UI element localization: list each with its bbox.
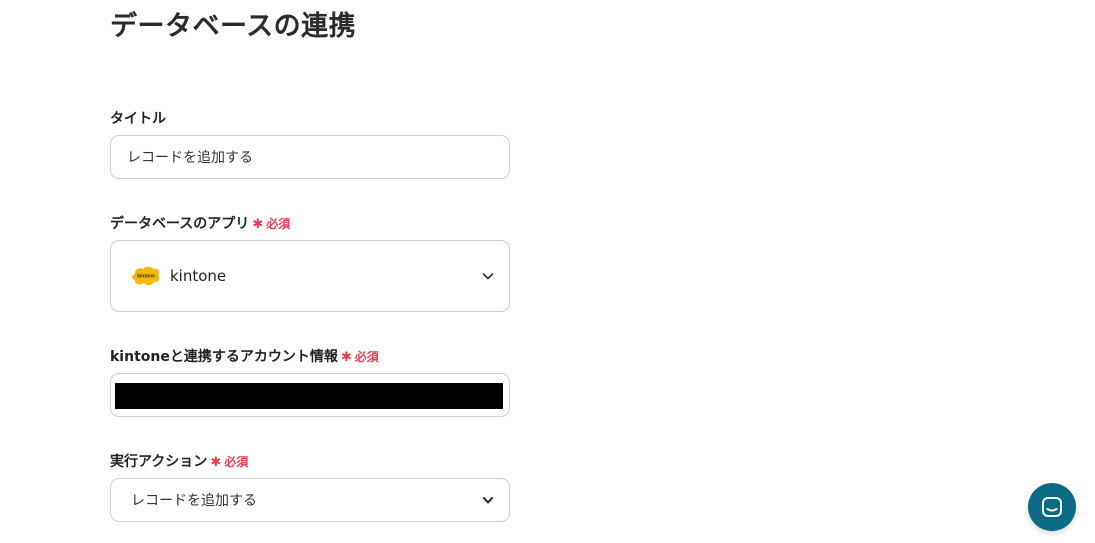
required-badge: ✱ 必須 [340, 350, 379, 365]
title-field-label: タイトル [110, 108, 166, 128]
database-app-label-text: データベースのアプリ [110, 216, 250, 232]
required-badge: ✱ 必須 [210, 455, 249, 470]
chevron-down-icon [483, 497, 493, 504]
chat-icon [1042, 497, 1062, 517]
kintone-logo-text: kintone [137, 274, 155, 280]
account-label: kintoneと連携するアカウント情報 ✱ 必須 [110, 346, 379, 366]
action-select[interactable]: レコードを追加する [110, 478, 510, 522]
chevron-down-icon[interactable] [481, 269, 495, 283]
page: データベースの連携 タイトル レコードを追加する データベースのアプリ ✱ 必須 k… [0, 0, 1095, 543]
database-app-label: データベースのアプリ ✱ 必須 [110, 213, 290, 233]
account-label-text: kintoneと連携するアカウント情報 [110, 349, 338, 365]
asterisk-icon: ✱ [252, 217, 264, 232]
database-app-select[interactable]: kintone kintone [110, 240, 510, 312]
asterisk-icon: ✱ [340, 350, 352, 365]
required-text: 必須 [354, 350, 379, 364]
page-title: データベースの連携 [110, 11, 357, 42]
action-label-text: 実行アクション [110, 454, 208, 470]
account-select[interactable] [110, 373, 510, 417]
kintone-logo-icon: kintone [132, 266, 160, 286]
required-badge: ✱ 必須 [252, 217, 291, 232]
kintone-logo: kintone [131, 265, 161, 287]
title-label-text: タイトル [110, 111, 166, 127]
chat-widget-button[interactable] [1028, 483, 1076, 531]
asterisk-icon: ✱ [210, 455, 222, 470]
required-text: 必須 [224, 455, 249, 469]
title-input-value: レコードを追加する [127, 150, 253, 166]
selected-app-name: kintone [170, 267, 227, 285]
action-label: 実行アクション ✱ 必須 [110, 451, 248, 471]
redacted-account-value [115, 383, 503, 409]
title-input[interactable]: レコードを追加する [110, 135, 510, 179]
action-selected-value: レコードを追加する [131, 493, 257, 509]
required-text: 必須 [266, 217, 291, 231]
